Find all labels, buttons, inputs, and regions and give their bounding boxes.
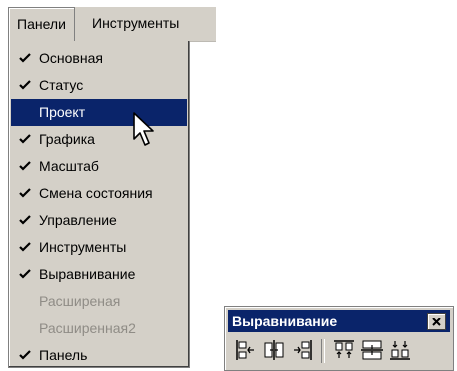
check-icon [19,134,31,144]
menu-item-smena-sostoyaniya[interactable]: Смена состояния [11,180,187,207]
close-button[interactable] [427,313,446,330]
alignment-toolbar: Выравнивание [224,306,454,371]
menu-item-status[interactable]: Статус [11,72,187,99]
menu-item-osnovnaya[interactable]: Основная [11,45,187,72]
check-icon [19,80,31,90]
align-top-icon[interactable] [332,338,356,362]
check-icon [19,269,31,279]
check-icon [19,215,31,225]
menu-bar: Панели Инструменты [8,7,216,42]
menu-item-label: Управление [39,212,117,228]
menubar-item-tools[interactable]: Инструменты [84,7,187,40]
menu-item-upravlenie[interactable]: Управление [11,207,187,234]
menu-item-label: Инструменты [39,239,127,255]
toolbar-title: Выравнивание [232,313,338,329]
menu-item-label: Проект [39,104,86,120]
menu-item-panel[interactable]: Панель [11,342,187,369]
align-left-icon[interactable] [234,338,258,362]
panels-dropdown-menu: Основная Статус Проект Графика Масштаб С… [8,41,190,368]
menu-item-label: Графика [39,131,95,147]
menu-item-label: Смена состояния [39,185,153,201]
menu-item-label: Выравнивание [39,266,136,282]
close-icon [432,317,441,326]
menu-item-label: Панель [39,347,88,363]
align-center-horizontal-icon[interactable] [262,338,286,362]
menu-item-rasshirenaya: Расширеная [11,288,187,315]
check-icon [19,242,31,252]
menu-item-masshtab[interactable]: Масштаб [11,153,187,180]
menu-item-label: Статус [39,77,84,93]
toolbar-separator [321,339,325,363]
menu-item-rasshirennaya2: Расширенная2 [11,315,187,342]
align-right-icon[interactable] [290,338,314,362]
align-bottom-icon[interactable] [388,338,412,362]
toolbar-buttons-row [228,337,450,365]
menu-item-label: Масштаб [39,158,99,174]
menu-item-vyravnivanie[interactable]: Выравнивание [11,261,187,288]
check-icon [19,350,31,360]
check-icon [19,161,31,171]
check-icon [19,53,31,63]
menubar-item-panels[interactable]: Панели [8,7,75,41]
menu-item-label: Расширеная [39,293,121,309]
align-center-vertical-icon[interactable] [360,338,384,362]
menu-item-instrumenty[interactable]: Инструменты [11,234,187,261]
menu-item-proekt[interactable]: Проект [11,99,187,126]
menu-item-grafika[interactable]: Графика [11,126,187,153]
check-icon [19,188,31,198]
menu-item-label: Расширенная2 [39,320,136,336]
toolbar-title-bar[interactable]: Выравнивание [228,310,450,332]
menu-item-label: Основная [39,50,103,66]
